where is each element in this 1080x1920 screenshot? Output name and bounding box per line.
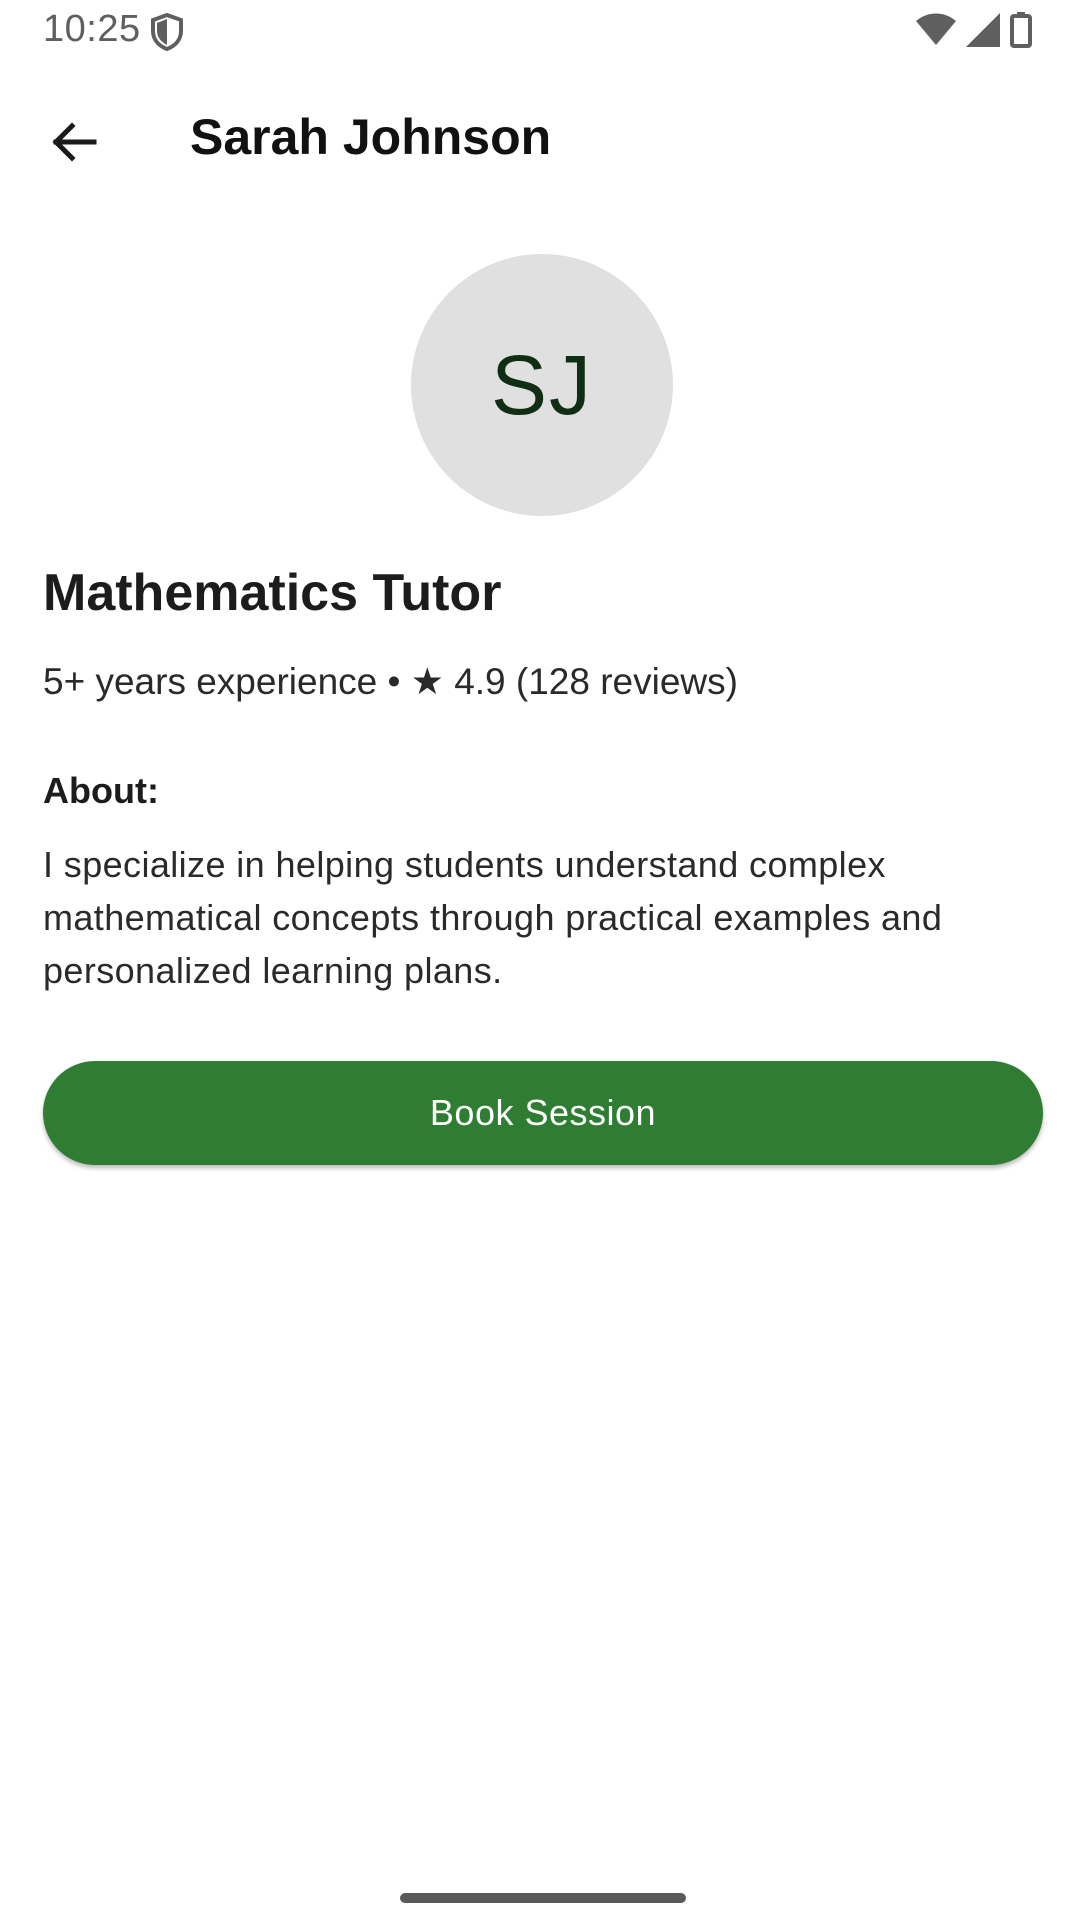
page-title: Sarah Johnson — [190, 109, 552, 165]
avatar: SJ — [411, 254, 673, 516]
status-time: 10:25 — [43, 8, 141, 50]
about-label: About: — [43, 770, 159, 811]
back-button[interactable] — [28, 98, 120, 190]
tutor-role-title: Mathematics Tutor — [43, 564, 502, 622]
signal-icon — [966, 13, 1000, 52]
avatar-initials: SJ — [490, 337, 594, 432]
arrow-left-icon — [50, 118, 98, 171]
home-indicator[interactable] — [400, 1893, 686, 1903]
status-bar: 10:25 — [0, 0, 1080, 64]
tutor-meta-info: 5+ years experience • ★ 4.9 (128 reviews… — [43, 661, 738, 702]
wifi-icon — [916, 13, 956, 52]
about-description: I specialize in helping students underst… — [43, 844, 943, 991]
status-icons — [916, 12, 1032, 53]
battery-icon — [1010, 12, 1032, 53]
app-bar: Sarah Johnson — [0, 80, 1080, 192]
book-session-button[interactable]: Book Session — [43, 1061, 1043, 1165]
book-session-label: Book Session — [429, 1092, 657, 1133]
shield-icon — [150, 12, 184, 52]
